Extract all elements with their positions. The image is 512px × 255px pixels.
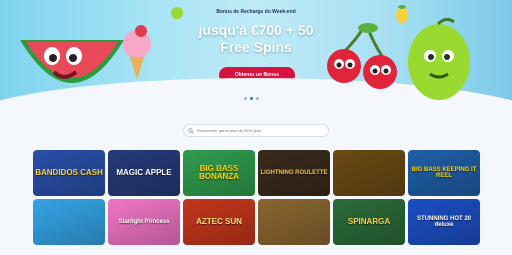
game-spinarga[interactable]: SPINARGA xyxy=(333,199,405,245)
game-shark-slot[interactable] xyxy=(33,199,105,245)
carousel-dot-1[interactable] xyxy=(244,97,247,100)
game-title: Starlight Princess xyxy=(118,219,170,225)
game-lightning-roulette[interactable]: LIGHTNING ROULETTE xyxy=(258,150,330,196)
casino-lobby: Bonus de Recharge du Week-end jusqu'à €7… xyxy=(0,0,512,255)
cherries-mascot xyxy=(327,23,397,89)
game-title: AZTEC SUN xyxy=(196,217,242,226)
game-magic-apple[interactable]: MAGIC APPLE xyxy=(108,150,180,196)
game-title: STUNNING HOT 20 deluxe xyxy=(416,216,471,228)
game-aztec-sun[interactable]: AZTEC SUN xyxy=(183,199,255,245)
game-grid: BANDIDOS CASH MAGIC APPLE BIG BASS BONANZA… xyxy=(33,150,481,245)
ice-cream-mascot xyxy=(123,25,151,80)
carousel-dot-2[interactable] xyxy=(250,97,253,100)
game-title: BIG BASS BONANZA xyxy=(199,164,239,181)
carousel-pagination xyxy=(244,97,259,100)
game-title: SPINARGA xyxy=(347,217,391,226)
search-icon xyxy=(188,127,194,134)
promo-banner[interactable]: Bonus de Recharge du Week-end jusqu'à €7… xyxy=(0,0,512,108)
game-title: BIG BASS KEEPING IT REEL xyxy=(411,167,477,179)
game-big-bass-keeping-it-reel[interactable]: BIG BASS KEEPING IT REEL xyxy=(408,150,480,196)
small-lemon-icon xyxy=(396,5,408,23)
promo-subtitle: Bonus de Recharge du Week-end xyxy=(216,9,296,15)
lime-mascot xyxy=(408,17,470,100)
game-starlight-princess[interactable]: Starlight Princess xyxy=(108,199,180,245)
game-bandidos-cash[interactable]: BANDIDOS CASH xyxy=(33,150,105,196)
game-title: BANDIDOS CASH xyxy=(35,168,103,177)
search-input[interactable] xyxy=(197,128,317,133)
game-title: MAGIC APPLE xyxy=(116,168,172,177)
game-book-slot[interactable] xyxy=(333,150,405,196)
watermelon-mascot xyxy=(20,40,124,83)
get-bonus-button[interactable]: Obtenez un Bonus xyxy=(219,67,295,83)
game-book-of-dead[interactable] xyxy=(258,199,330,245)
game-stunning-hot-20-deluxe[interactable]: STUNNING HOT 20 deluxe xyxy=(408,199,480,245)
game-big-bass-bonanza[interactable]: BIG BASS BONANZA xyxy=(183,150,255,196)
game-title: LIGHTNING ROULETTE xyxy=(260,170,328,176)
carousel-dot-3[interactable] xyxy=(256,97,259,100)
game-search-bar[interactable] xyxy=(183,124,329,137)
small-lime-icon xyxy=(171,7,183,19)
